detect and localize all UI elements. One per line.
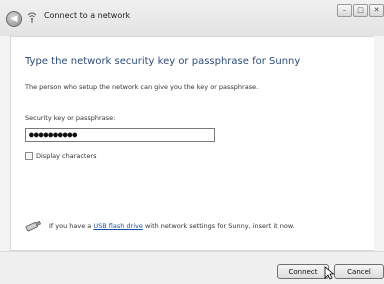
connect-network-window: ◀ Connect to a network – □ ✕ Type the ne…	[0, 0, 384, 284]
close-button[interactable]: ✕	[369, 4, 384, 17]
minimize-button[interactable]: –	[337, 4, 352, 17]
network-icon	[27, 12, 37, 23]
mouse-pointer-icon	[324, 266, 334, 280]
usb-text-before: If you have a	[49, 222, 94, 230]
security-key-label: Security key or passphrase:	[25, 114, 116, 122]
connect-button[interactable]: Connect	[277, 264, 329, 279]
security-key-input[interactable]: ●●●●●●●●●●	[25, 128, 215, 142]
caption-buttons: – □ ✕	[337, 4, 384, 18]
window-title: Connect to a network	[44, 11, 131, 20]
info-text: The person who setup the network can giv…	[25, 83, 259, 91]
display-characters-label[interactable]: Display characters	[36, 152, 97, 160]
page-title: Type the network security key or passphr…	[25, 56, 301, 67]
usb-text-after: with network settings for Sunny, insert …	[142, 222, 295, 230]
usb-drive-icon	[25, 220, 41, 232]
usb-hint-text: If you have a USB flash drive with netwo…	[49, 222, 295, 230]
content-panel: Type the network security key or passphr…	[10, 36, 374, 251]
display-characters-checkbox[interactable]	[25, 152, 33, 160]
back-arrow-icon[interactable]: ◀	[6, 11, 22, 27]
usb-flash-drive-link[interactable]: USB flash drive	[93, 222, 143, 230]
maximize-button[interactable]: □	[353, 4, 368, 17]
cancel-button[interactable]: Cancel	[334, 264, 384, 279]
display-characters-row[interactable]: Display characters	[25, 152, 97, 160]
usb-hint: If you have a USB flash drive with netwo…	[25, 220, 295, 232]
title-bar: ◀ Connect to a network – □ ✕	[0, 0, 384, 36]
